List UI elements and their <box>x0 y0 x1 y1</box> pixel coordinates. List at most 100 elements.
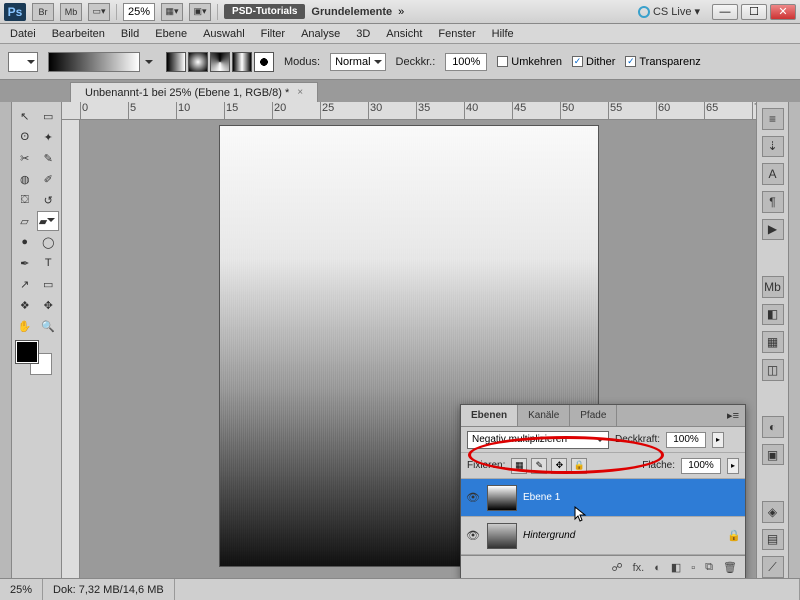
left-dock-gutter[interactable] <box>0 102 12 578</box>
tab-pfade[interactable]: Pfade <box>570 405 617 426</box>
menu-filter[interactable]: Filter <box>261 28 285 40</box>
dock-masks-icon[interactable]: ▣ <box>762 444 784 466</box>
tool-preset-picker[interactable] <box>8 52 38 72</box>
flaeche-slider-toggle[interactable]: ▸ <box>727 458 739 474</box>
hand-tool[interactable]: ✋ <box>14 316 36 336</box>
history-brush-tool[interactable]: ↺ <box>38 190 60 210</box>
dither-checkbox[interactable]: ✓Dither <box>572 56 615 68</box>
gradient-linear[interactable] <box>166 52 186 72</box>
dock-adjust-icon[interactable]: ◐ <box>762 416 784 438</box>
foreground-color[interactable] <box>16 341 38 363</box>
tab-kanaele[interactable]: Kanäle <box>518 405 570 426</box>
maximize-button[interactable]: ☐ <box>741 4 767 20</box>
brush-tool[interactable]: ✐ <box>38 169 60 189</box>
layer-fx-icon[interactable]: fx. <box>633 562 645 574</box>
zoom-level[interactable]: 25% <box>123 3 155 21</box>
dock-styles-icon[interactable]: ◫ <box>762 359 784 381</box>
ruler-horizontal[interactable]: 0510152025303540455055606570 <box>62 102 756 120</box>
layer-row[interactable]: 👁 Hintergrund 🔒 <box>461 517 745 555</box>
lock-pixels[interactable]: ✎ <box>531 458 547 474</box>
menu-fenster[interactable]: Fenster <box>438 28 475 40</box>
dock-color-icon[interactable]: ◧ <box>762 304 784 326</box>
dodge-tool[interactable]: ◯ <box>38 232 60 252</box>
layer-row[interactable]: 👁 Ebene 1 <box>461 479 745 517</box>
adjustment-layer-icon[interactable]: ◧ <box>671 561 681 574</box>
gradient-picker[interactable] <box>48 52 140 72</box>
gradient-angle[interactable] <box>210 52 230 72</box>
dock-para-icon[interactable]: ¶ <box>762 191 784 213</box>
menu-bearbeiten[interactable]: Bearbeiten <box>52 28 105 40</box>
gradient-reflected[interactable] <box>232 52 252 72</box>
lock-transparency[interactable]: ▦ <box>511 458 527 474</box>
layer-mask-icon[interactable]: ◐ <box>654 562 661 574</box>
minimize-button[interactable]: — <box>712 4 738 20</box>
zoom-tool[interactable]: 🔍 <box>38 316 60 336</box>
minibridge-button[interactable]: Mb <box>60 3 82 21</box>
menu-datei[interactable]: Datei <box>10 28 36 40</box>
dock-layers-icon[interactable]: ◈ <box>762 501 784 523</box>
layer-thumbnail[interactable] <box>487 485 517 511</box>
lasso-tool[interactable]: ʘ <box>14 127 36 147</box>
dock-play-icon[interactable]: ▶ <box>762 219 784 241</box>
view-extras-button[interactable]: ▭▾ <box>88 3 110 21</box>
eraser-tool[interactable]: ▱ <box>14 211 35 231</box>
transparency-checkbox[interactable]: ✓Transparenz <box>625 56 700 68</box>
dock-paths-icon[interactable]: ⟋ <box>762 556 784 578</box>
gradient-radial[interactable] <box>188 52 208 72</box>
new-layer-icon[interactable]: ⧉ <box>705 561 713 574</box>
stamp-tool[interactable]: ⛋ <box>14 190 36 210</box>
visibility-icon[interactable]: 👁 <box>465 490 481 506</box>
screen-mode-button[interactable]: ▣▾ <box>189 3 211 21</box>
dock-actions-icon[interactable]: ⇣ <box>762 136 784 158</box>
panel-menu-icon[interactable]: ▸≡ <box>721 409 745 422</box>
arrange-button[interactable]: ▦▾ <box>161 3 183 21</box>
lock-all[interactable]: 🔒 <box>571 458 587 474</box>
shape-tool[interactable]: ▭ <box>38 274 60 294</box>
visibility-icon[interactable]: 👁 <box>465 528 481 544</box>
menu-hilfe[interactable]: Hilfe <box>492 28 514 40</box>
layer-blend-mode-select[interactable]: Negativ multiplizieren <box>467 431 609 449</box>
dock-channels-icon[interactable]: ▤ <box>762 529 784 551</box>
lock-position[interactable]: ✥ <box>551 458 567 474</box>
menu-ebene[interactable]: Ebene <box>155 28 187 40</box>
status-scroll[interactable] <box>175 579 800 600</box>
workspace-overflow[interactable]: » <box>398 6 404 18</box>
gradient-tool[interactable]: ▰ <box>37 211 59 231</box>
delete-layer-icon[interactable]: 🗑 <box>723 561 737 574</box>
3d-camera-tool[interactable]: ✥ <box>38 295 60 315</box>
dock-mb-icon[interactable]: Mb <box>762 276 784 298</box>
close-button[interactable]: ✕ <box>770 4 796 20</box>
workspace-badge[interactable]: PSD-Tutorials <box>224 4 305 19</box>
dock-swatches-icon[interactable]: ▦ <box>762 331 784 353</box>
color-swatches[interactable] <box>14 341 58 381</box>
path-tool[interactable]: ↗ <box>14 274 36 294</box>
heal-tool[interactable]: ◍ <box>14 169 36 189</box>
wand-tool[interactable]: ✦ <box>38 127 60 147</box>
group-icon[interactable]: ▫ <box>691 562 695 574</box>
layer-name[interactable]: Ebene 1 <box>523 492 560 503</box>
ruler-vertical[interactable] <box>62 120 80 578</box>
close-tab-icon[interactable]: × <box>297 87 303 98</box>
cs-live[interactable]: CS Live▾ <box>638 5 700 18</box>
marquee-tool[interactable]: ▭ <box>38 106 60 126</box>
crop-tool[interactable]: ✂ <box>14 148 36 168</box>
layer-name[interactable]: Hintergrund <box>523 530 575 541</box>
deckkraft-input[interactable]: 100% <box>666 432 706 448</box>
menu-auswahl[interactable]: Auswahl <box>203 28 245 40</box>
dock-char-icon[interactable]: A <box>762 163 784 185</box>
type-tool[interactable]: T <box>38 253 60 273</box>
status-zoom[interactable]: 25% <box>0 579 43 600</box>
3d-tool[interactable]: ❖ <box>14 295 36 315</box>
document-tab[interactable]: Unbenannt-1 bei 25% (Ebene 1, RGB/8) * × <box>70 82 318 102</box>
opacity-input[interactable]: 100% <box>445 53 487 71</box>
workspace-name[interactable]: Grundelemente <box>311 6 392 18</box>
eyedropper-tool[interactable]: ✎ <box>38 148 60 168</box>
move-tool[interactable]: ↖ <box>14 106 36 126</box>
gradient-diamond[interactable] <box>254 52 274 72</box>
layer-thumbnail[interactable] <box>487 523 517 549</box>
pen-tool[interactable]: ✒ <box>14 253 36 273</box>
tab-ebenen[interactable]: Ebenen <box>461 405 518 426</box>
link-layers-icon[interactable]: ☍ <box>611 561 622 574</box>
blend-mode-select[interactable]: Normal <box>330 53 385 71</box>
menu-analyse[interactable]: Analyse <box>301 28 340 40</box>
